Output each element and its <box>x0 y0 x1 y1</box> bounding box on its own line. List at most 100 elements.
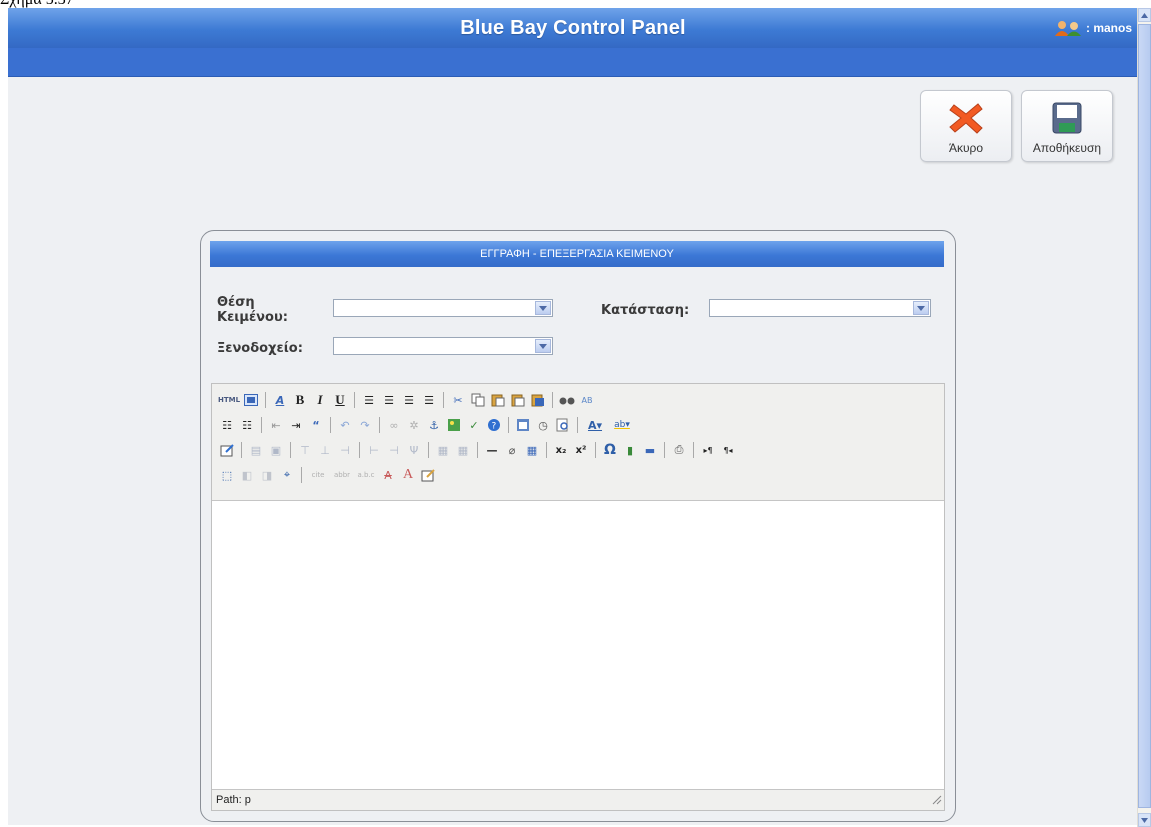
special-char-button[interactable]: Ω <box>601 441 619 459</box>
insert-row-after-icon[interactable]: ⊥ <box>316 441 334 459</box>
position-label: Θέση Κειμένου: <box>217 295 288 325</box>
position-select[interactable] <box>333 299 553 317</box>
move-forward-icon[interactable]: ◧ <box>238 466 256 484</box>
rtl-icon[interactable]: ¶◂ <box>719 441 737 459</box>
table-icon[interactable]: ▦ <box>523 441 541 459</box>
undo-icon[interactable]: ↶ <box>336 416 354 434</box>
numbered-list-icon[interactable]: ☷ <box>238 416 256 434</box>
underline-button[interactable]: U <box>331 391 349 409</box>
remove-format-icon[interactable]: ⌀ <box>503 441 521 459</box>
preview-icon[interactable] <box>554 416 572 434</box>
editor-content-area[interactable] <box>212 501 944 789</box>
separator <box>552 392 553 408</box>
abbr-icon[interactable]: abbr <box>331 466 353 484</box>
control-panel-window: Blue Bay Control Panel : manos Άκυρο Απο… <box>8 8 1138 825</box>
replace-icon[interactable]: AB <box>578 391 596 409</box>
indent-icon[interactable]: ⇥ <box>287 416 305 434</box>
cut-icon[interactable]: ✂ <box>449 391 467 409</box>
resize-grip-icon[interactable] <box>932 795 942 808</box>
split-cells-icon[interactable]: ▦ <box>434 441 452 459</box>
header-bar: Blue Bay Control Panel : manos <box>8 8 1138 48</box>
scroll-up-icon[interactable] <box>1138 8 1151 22</box>
cite-icon[interactable]: cite <box>307 466 329 484</box>
help-icon[interactable]: ? <box>485 416 503 434</box>
cancel-button[interactable]: Άκυρο <box>920 90 1012 162</box>
insert-col-after-icon[interactable]: ⊣ <box>385 441 403 459</box>
attributes-icon[interactable] <box>419 466 437 484</box>
superscript-icon[interactable]: x² <box>572 441 590 459</box>
paste-text-icon[interactable] <box>509 391 527 409</box>
hotel-select[interactable] <box>333 337 553 355</box>
separator <box>241 442 242 458</box>
html-source-button[interactable]: HTML <box>218 391 240 409</box>
user-info[interactable]: : manos <box>1054 20 1132 36</box>
align-right-icon[interactable]: ☰ <box>400 391 418 409</box>
row-props-icon[interactable]: ▤ <box>247 441 265 459</box>
align-justify-icon[interactable]: ☰ <box>420 391 438 409</box>
text-color-icon[interactable]: A▾ <box>583 416 607 434</box>
separator <box>261 417 262 433</box>
fullscreen-icon[interactable] <box>242 391 260 409</box>
redo-icon[interactable]: ↷ <box>356 416 374 434</box>
bold-button[interactable]: B <box>291 391 309 409</box>
chevron-down-icon[interactable] <box>535 301 551 315</box>
separator <box>577 417 578 433</box>
status-select[interactable] <box>709 299 931 317</box>
separator <box>546 442 547 458</box>
media-icon[interactable]: ▮ <box>621 441 639 459</box>
copy-icon[interactable] <box>469 391 487 409</box>
nav-band <box>8 48 1138 77</box>
move-backward-icon[interactable]: ◨ <box>258 466 276 484</box>
italic-button[interactable]: I <box>311 391 329 409</box>
insert-layer-icon[interactable]: ⬚ <box>218 466 236 484</box>
delete-text-icon[interactable]: A <box>379 466 397 484</box>
chevron-down-icon[interactable] <box>913 301 929 315</box>
horizontal-rule-icon[interactable]: — <box>483 441 501 459</box>
edit-css-icon[interactable] <box>218 441 236 459</box>
highlight-color-icon[interactable]: ab▾ <box>609 416 635 434</box>
vertical-scrollbar[interactable] <box>1137 8 1151 827</box>
scroll-down-icon[interactable] <box>1138 813 1151 827</box>
blockquote-icon[interactable]: “ <box>307 416 325 434</box>
cancel-icon <box>948 101 984 135</box>
anchor-icon[interactable]: ⚓ <box>425 416 443 434</box>
find-icon[interactable] <box>558 391 576 409</box>
insert-date-icon[interactable] <box>514 416 532 434</box>
delete-row-icon[interactable]: ⊣ <box>336 441 354 459</box>
print-icon[interactable]: ⎙ <box>670 441 688 459</box>
styles-icon[interactable]: A <box>271 391 289 409</box>
absolute-position-icon[interactable]: ⌖ <box>278 466 296 484</box>
bullet-list-icon[interactable]: ☷ <box>218 416 236 434</box>
save-button[interactable]: Αποθήκευση <box>1021 90 1113 162</box>
text-edit-panel: ΕΓΓΡΑΦΗ - ΕΠΕΞΕΡΓΑΣΙΑ ΚΕΙΜΕΝΟΥ Θέση Κειμ… <box>200 230 956 822</box>
save-label: Αποθήκευση <box>1032 141 1102 155</box>
paste-icon[interactable] <box>489 391 507 409</box>
ltr-icon[interactable]: ▸¶ <box>699 441 717 459</box>
insert-text-icon[interactable]: A <box>399 466 417 484</box>
toolbar-row-4: ⬚ ◧ ◨ ⌖ cite abbr a.b.c A A <box>218 465 439 485</box>
insert-col-before-icon[interactable]: ⊢ <box>365 441 383 459</box>
cancel-label: Άκυρο <box>948 141 984 155</box>
link-icon[interactable]: ∞ <box>385 416 403 434</box>
separator <box>477 442 478 458</box>
subscript-icon[interactable]: x₂ <box>552 441 570 459</box>
insert-row-before-icon[interactable]: ⊤ <box>296 441 314 459</box>
insert-time-icon[interactable]: ◷ <box>534 416 552 434</box>
unlink-icon[interactable]: ✲ <box>405 416 423 434</box>
chevron-down-icon[interactable] <box>535 339 551 353</box>
separator <box>354 392 355 408</box>
advhr-icon[interactable]: ▬ <box>641 441 659 459</box>
delete-col-icon[interactable]: Ψ <box>405 441 423 459</box>
merge-cells-icon[interactable]: ▦ <box>454 441 472 459</box>
image-icon[interactable] <box>445 416 463 434</box>
outdent-icon[interactable]: ⇤ <box>267 416 285 434</box>
cell-props-icon[interactable]: ▣ <box>267 441 285 459</box>
editor-status-bar: Path: p <box>212 789 944 810</box>
scrollbar-thumb[interactable] <box>1138 24 1151 808</box>
acronym-icon[interactable]: a.b.c <box>355 466 377 484</box>
align-left-icon[interactable]: ☰ <box>360 391 378 409</box>
align-center-icon[interactable]: ☰ <box>380 391 398 409</box>
separator <box>301 467 302 483</box>
paste-word-icon[interactable] <box>529 391 547 409</box>
cleanup-icon[interactable]: ✓ <box>465 416 483 434</box>
